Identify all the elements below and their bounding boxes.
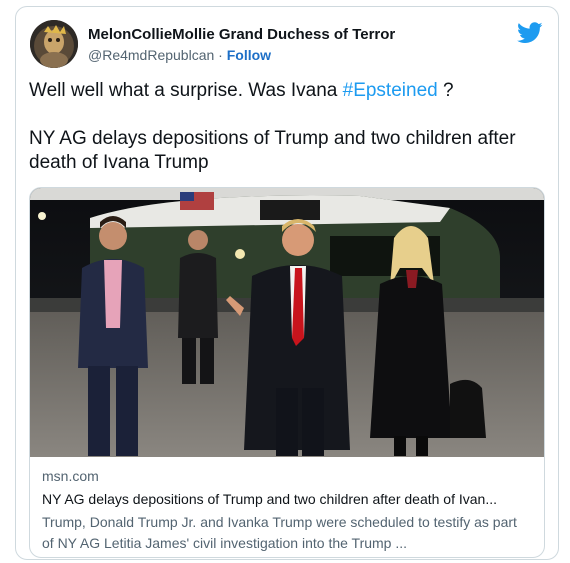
follow-button[interactable]: Follow <box>227 47 271 63</box>
twitter-bird-icon[interactable] <box>517 22 543 44</box>
link-preview-card[interactable]: msn.com NY AG delays depositions of Trum… <box>29 187 545 558</box>
link-domain: msn.com <box>42 468 99 484</box>
tweet-text: Well well what a surprise. Was Ivana #Ep… <box>29 79 549 175</box>
separator-dot: · <box>218 47 223 63</box>
tweet-text-before: Well well what a surprise. Was Ivana <box>29 80 343 101</box>
tweet-card[interactable]: MelonCollieMollie Grand Duchess of Terro… <box>15 6 559 560</box>
link-description: Trump, Donald Trump Jr. and Ivanka Trump… <box>42 514 517 551</box>
author-display-name[interactable]: MelonCollieMollie Grand Duchess of Terro… <box>88 25 395 45</box>
hashtag-link[interactable]: #Epsteined <box>343 80 438 101</box>
link-preview-image[interactable] <box>30 188 545 457</box>
avatar[interactable] <box>30 20 78 68</box>
link-title[interactable]: NY AG delays depositions of Trump and tw… <box>42 490 532 509</box>
author-handle[interactable]: @Re4mdRepublcan <box>88 47 214 63</box>
